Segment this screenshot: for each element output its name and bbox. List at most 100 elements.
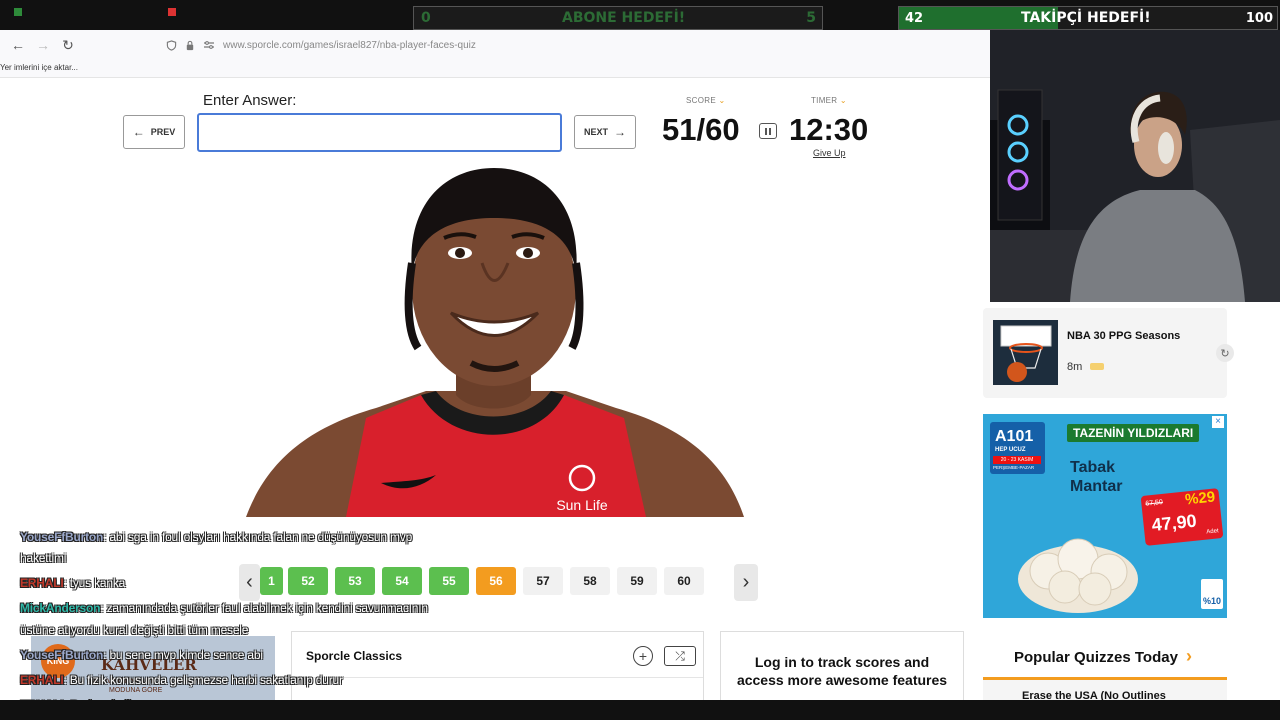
import-bookmarks-link[interactable]: Yer imlerini içe aktar... bbox=[0, 63, 78, 72]
chat-username: MickAnderson bbox=[20, 601, 101, 615]
bottom-overlay-strip bbox=[0, 700, 1280, 720]
page-60-button[interactable]: 60 bbox=[664, 567, 704, 595]
timer-label-toggle[interactable]: TIMER ⌄ bbox=[811, 96, 847, 105]
score-label: SCORE bbox=[686, 96, 716, 105]
browser-tab[interactable] bbox=[14, 8, 154, 22]
login-prompt-line: Log in to track scores and bbox=[754, 654, 930, 670]
chat-text: üstüne atıyordu kural değişti bitti tüm … bbox=[20, 623, 249, 637]
shield-icon bbox=[166, 39, 177, 51]
mushrooms-image bbox=[1018, 538, 1138, 613]
ad-badge: %10 bbox=[1201, 579, 1223, 609]
promo-banner: KING KAHVELER Kahve dünyasının MODUNA GÖ… bbox=[31, 636, 275, 700]
tab-favicon-icon bbox=[168, 8, 176, 16]
promo-sub2: MODUNA GÖRE bbox=[109, 687, 163, 694]
forward-arrow-icon[interactable]: → bbox=[33, 36, 53, 54]
subscriber-goal-current: 0 bbox=[421, 10, 431, 26]
ad-headline: TAZENİN YILDIZLARI bbox=[1067, 424, 1200, 442]
popular-header: Popular Quizzes Today › bbox=[983, 636, 1227, 680]
chat-message: üstüne atıyordu kural değişti bitti tüm … bbox=[20, 623, 248, 637]
sheet-icon bbox=[14, 8, 22, 16]
popular-title: Popular Quizzes Today bbox=[1014, 649, 1178, 666]
score-value: 51/60 bbox=[662, 112, 740, 147]
page-58-button[interactable]: 58 bbox=[570, 567, 610, 595]
related-quiz-duration: 8m bbox=[1067, 361, 1083, 373]
ad-brand-block: A101 HEP UCUZ 20 - 23 KASIM PERŞEMBE-PAZ… bbox=[990, 422, 1045, 474]
subscriber-goal-label: ABONE HEDEFİ! bbox=[562, 10, 686, 26]
pager-prev-arrow[interactable]: ‹ bbox=[239, 564, 260, 601]
refresh-icon[interactable]: ↻ bbox=[1216, 344, 1234, 362]
pager-next-arrow[interactable]: › bbox=[734, 564, 758, 601]
chat-username: YouseFfBurton bbox=[20, 530, 104, 544]
chevron-right-icon[interactable]: › bbox=[1186, 646, 1192, 667]
next-button[interactable]: NEXT → bbox=[574, 115, 636, 149]
lock-icon bbox=[186, 40, 194, 50]
chat-text: : tyus kanka bbox=[63, 576, 126, 590]
url-text: www.sporcle.com/games/israel827/nba-play… bbox=[223, 39, 476, 51]
chevron-down-icon: ⌄ bbox=[839, 96, 847, 105]
next-label: NEXT bbox=[583, 127, 608, 137]
page-52-button[interactable]: 52 bbox=[288, 567, 328, 595]
ad-product-line2: Mantar bbox=[1070, 478, 1123, 495]
timer-value: 12:30 bbox=[789, 112, 869, 147]
answer-input[interactable] bbox=[197, 113, 562, 152]
ad-brand: A101 bbox=[995, 428, 1034, 445]
chat-text: hakettimi bbox=[20, 551, 67, 565]
webcam-scene bbox=[990, 30, 1280, 302]
ad-product-line1: Tabak bbox=[1070, 459, 1116, 476]
reload-icon[interactable]: ↻ bbox=[58, 36, 78, 54]
top-overlay-strip: 0 ABONE HEDEFİ! 5 42 TAKİPÇİ HEDEFİ! 100 bbox=[0, 0, 1280, 30]
ad-old-price: 67,50 bbox=[1145, 498, 1164, 508]
page-59-button[interactable]: 59 bbox=[617, 567, 657, 595]
ad-days: PERŞEMBE-PAZAR bbox=[993, 465, 1035, 470]
related-quiz-card[interactable]: NBA 30 PPG Seasons 8m ↻ bbox=[983, 308, 1234, 398]
back-arrow-icon[interactable]: ← bbox=[8, 36, 28, 54]
basketball-hoop-icon bbox=[993, 320, 1058, 385]
timer-label: TIMER bbox=[811, 96, 838, 105]
answer-label: Enter Answer: bbox=[203, 92, 297, 109]
webcam-feed bbox=[990, 30, 1280, 302]
browser-toolbar: ← → ↻ www.sporcle.com/games/israel827/nb… bbox=[0, 30, 990, 78]
chat-text: : zamanındada şutörler faul alabilmek iç… bbox=[100, 601, 428, 615]
prev-button[interactable]: ← PREV bbox=[123, 115, 185, 149]
ad-discount: %29 bbox=[1184, 488, 1216, 509]
ad-new-price: 47,90 bbox=[1150, 510, 1198, 536]
ad-dates: 20 - 23 KASIM bbox=[993, 456, 1041, 464]
shuffle-icon[interactable]: ⤮ bbox=[664, 646, 696, 666]
browser-tab[interactable] bbox=[168, 8, 298, 22]
advertisement-banner[interactable]: A101 HEP UCUZ 20 - 23 KASIM PERŞEMBE-PAZ… bbox=[983, 414, 1227, 618]
chat-message: YouseFfBurton: bu sene mvp kimde sence a… bbox=[20, 648, 263, 662]
page-55-button[interactable]: 55 bbox=[429, 567, 469, 595]
give-up-link[interactable]: Give Up bbox=[813, 148, 846, 158]
chat-message: YouseFfBurton: abi sga in foul olsyları … bbox=[20, 530, 412, 544]
subscriber-goal-target: 5 bbox=[806, 10, 816, 26]
related-quiz-title: NBA 30 PPG Seasons bbox=[1067, 330, 1181, 342]
divider bbox=[292, 677, 703, 678]
address-bar[interactable]: www.sporcle.com/games/israel827/nba-play… bbox=[160, 34, 990, 56]
plus-icon[interactable]: + bbox=[633, 646, 653, 666]
page-56-button[interactable]: 56 bbox=[476, 567, 516, 595]
chat-username: ERHALI bbox=[20, 576, 64, 590]
page-1-button[interactable]: 1 bbox=[260, 567, 283, 595]
site-permissions-icon bbox=[204, 41, 214, 49]
follower-goal-target: 100 bbox=[1245, 10, 1273, 26]
pause-icon[interactable] bbox=[759, 123, 777, 139]
chat-message: ERHALI: Bu fizik konusunda gelişmezse ha… bbox=[20, 673, 343, 687]
prev-label: PREV bbox=[150, 127, 176, 137]
chat-username: ERHALI bbox=[20, 673, 64, 687]
page-57-button[interactable]: 57 bbox=[523, 567, 563, 595]
subscriber-goal-bar: 0 ABONE HEDEFİ! 5 bbox=[413, 6, 823, 30]
page-54-button[interactable]: 54 bbox=[382, 567, 422, 595]
chat-message: MickAnderson: zamanındada şutörler faul … bbox=[20, 601, 428, 615]
chat-message: ERHALI: tyus kanka bbox=[20, 576, 125, 590]
rating-badge-icon bbox=[1090, 363, 1104, 370]
chat-message: hakettimi bbox=[20, 551, 66, 565]
chat-text: : bu sene mvp kimde sence abi bbox=[103, 648, 263, 662]
page-53-button[interactable]: 53 bbox=[335, 567, 375, 595]
svg-text:Sun Life: Sun Life bbox=[556, 497, 608, 513]
chat-text: : Bu fizik konusunda gelişmezse harbi sa… bbox=[63, 673, 343, 687]
player-face-image: Sun Life bbox=[246, 163, 744, 517]
follower-goal-bar: 42 TAKİPÇİ HEDEFİ! 100 bbox=[898, 6, 1278, 30]
ad-close-icon[interactable]: × bbox=[1212, 416, 1224, 428]
score-label-toggle[interactable]: SCORE ⌄ bbox=[686, 96, 726, 105]
chevron-down-icon: ⌄ bbox=[718, 96, 726, 105]
